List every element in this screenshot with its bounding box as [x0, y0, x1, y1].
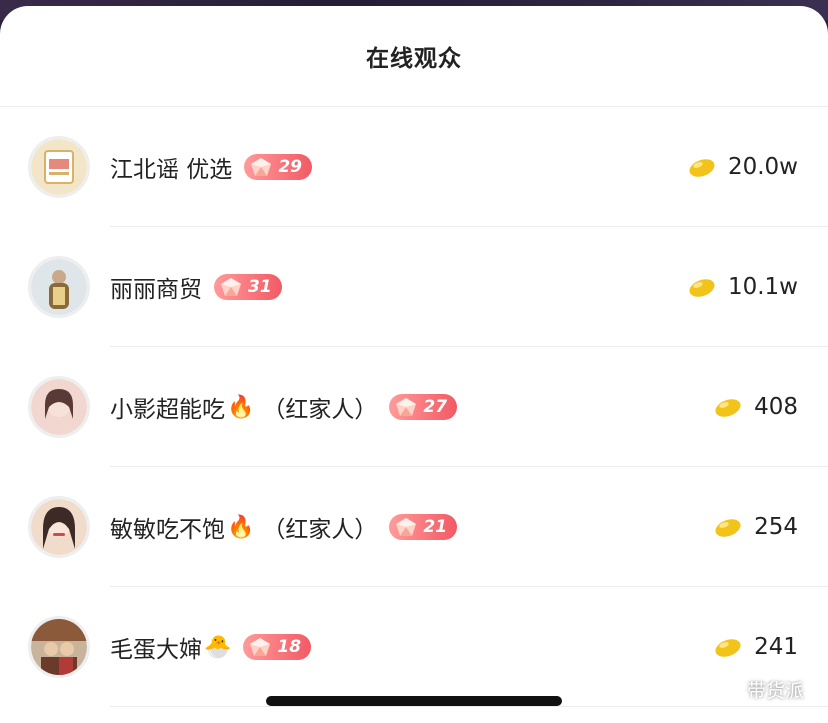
level-badge: 29 — [244, 154, 312, 180]
name-suffix: （红家人） — [262, 397, 378, 423]
viewer-name: 丽丽商贸 — [110, 277, 202, 303]
gold-bean-icon — [715, 399, 741, 417]
contribution-value: 408 — [754, 394, 798, 420]
avatar[interactable] — [28, 616, 90, 678]
wechat-icon — [715, 679, 741, 700]
gold-bean-icon — [689, 279, 715, 297]
level-badge: 31 — [214, 274, 282, 300]
audience-row[interactable]: 江北谣 优选 29 20.0w — [0, 107, 828, 227]
sheet-title: 在线观众 — [366, 46, 462, 72]
contribution: 408 — [714, 394, 798, 420]
viewer-name: 小影超能吃 — [110, 397, 225, 423]
sheet-header: 在线观众 — [0, 6, 828, 107]
level-number: 27 — [423, 397, 448, 417]
contribution-value: 20.0w — [727, 154, 798, 180]
name-group: 小影超能吃 🔥 （红家人） 27 — [110, 390, 458, 424]
viewer-name: 毛蛋大婶 — [110, 637, 202, 663]
audience-row[interactable]: 丽丽商贸 31 10.1w — [0, 227, 828, 347]
hatching-chick-icon: 🐣 — [204, 634, 232, 660]
name-suffix: （红家人） — [262, 517, 378, 543]
name-group: 敏敏吃不饱 🔥 （红家人） 21 — [110, 510, 458, 544]
gem-icon — [250, 638, 271, 656]
gold-bean-icon — [715, 639, 741, 657]
gem-icon — [396, 518, 417, 536]
name-group: 江北谣 优选 29 — [110, 150, 312, 184]
audience-row[interactable]: 毛蛋大婶 🐣 18 241 — [0, 587, 828, 707]
audience-sheet: 在线观众 江北谣 优选 29 20.0w 丽丽商贸 31 10.1w 小影超能吃… — [0, 6, 828, 723]
home-indicator[interactable] — [266, 696, 562, 706]
avatar[interactable] — [28, 256, 90, 318]
viewer-name: 江北谣 优选 — [110, 157, 233, 183]
level-number: 18 — [277, 637, 302, 657]
gem-icon — [396, 398, 417, 416]
viewer-name: 敏敏吃不饱 — [110, 517, 225, 543]
gold-bean-icon — [689, 159, 715, 177]
audience-row[interactable]: 敏敏吃不饱 🔥 （红家人） 21 254 — [0, 467, 828, 587]
level-badge: 21 — [389, 514, 458, 540]
avatar[interactable] — [28, 496, 90, 558]
contribution-value: 241 — [754, 634, 798, 660]
fire-icon: 🔥 — [227, 394, 255, 420]
contribution-value: 10.1w — [727, 274, 798, 300]
level-number: 31 — [248, 277, 272, 297]
contribution: 20.0w — [688, 154, 798, 180]
level-number: 21 — [423, 517, 448, 537]
gem-icon — [221, 278, 241, 296]
gem-icon — [251, 158, 272, 176]
level-badge: 18 — [243, 634, 312, 660]
gold-bean-icon — [715, 519, 741, 537]
name-group: 丽丽商贸 31 — [110, 270, 282, 304]
contribution: 10.1w — [688, 274, 798, 300]
watermark-text: 带货派 — [746, 680, 804, 702]
contribution: 241 — [714, 634, 798, 660]
level-badge: 27 — [389, 394, 458, 420]
avatar[interactable] — [28, 136, 90, 198]
contribution-value: 254 — [754, 514, 798, 540]
level-number: 29 — [278, 157, 302, 177]
contribution: 254 — [714, 514, 798, 540]
avatar[interactable] — [28, 376, 90, 438]
fire-icon: 🔥 — [227, 514, 255, 540]
audience-row[interactable]: 小影超能吃 🔥 （红家人） 27 408 — [0, 347, 828, 467]
watermark: 带货派 — [715, 676, 804, 703]
name-group: 毛蛋大婶 🐣 18 — [110, 630, 312, 664]
